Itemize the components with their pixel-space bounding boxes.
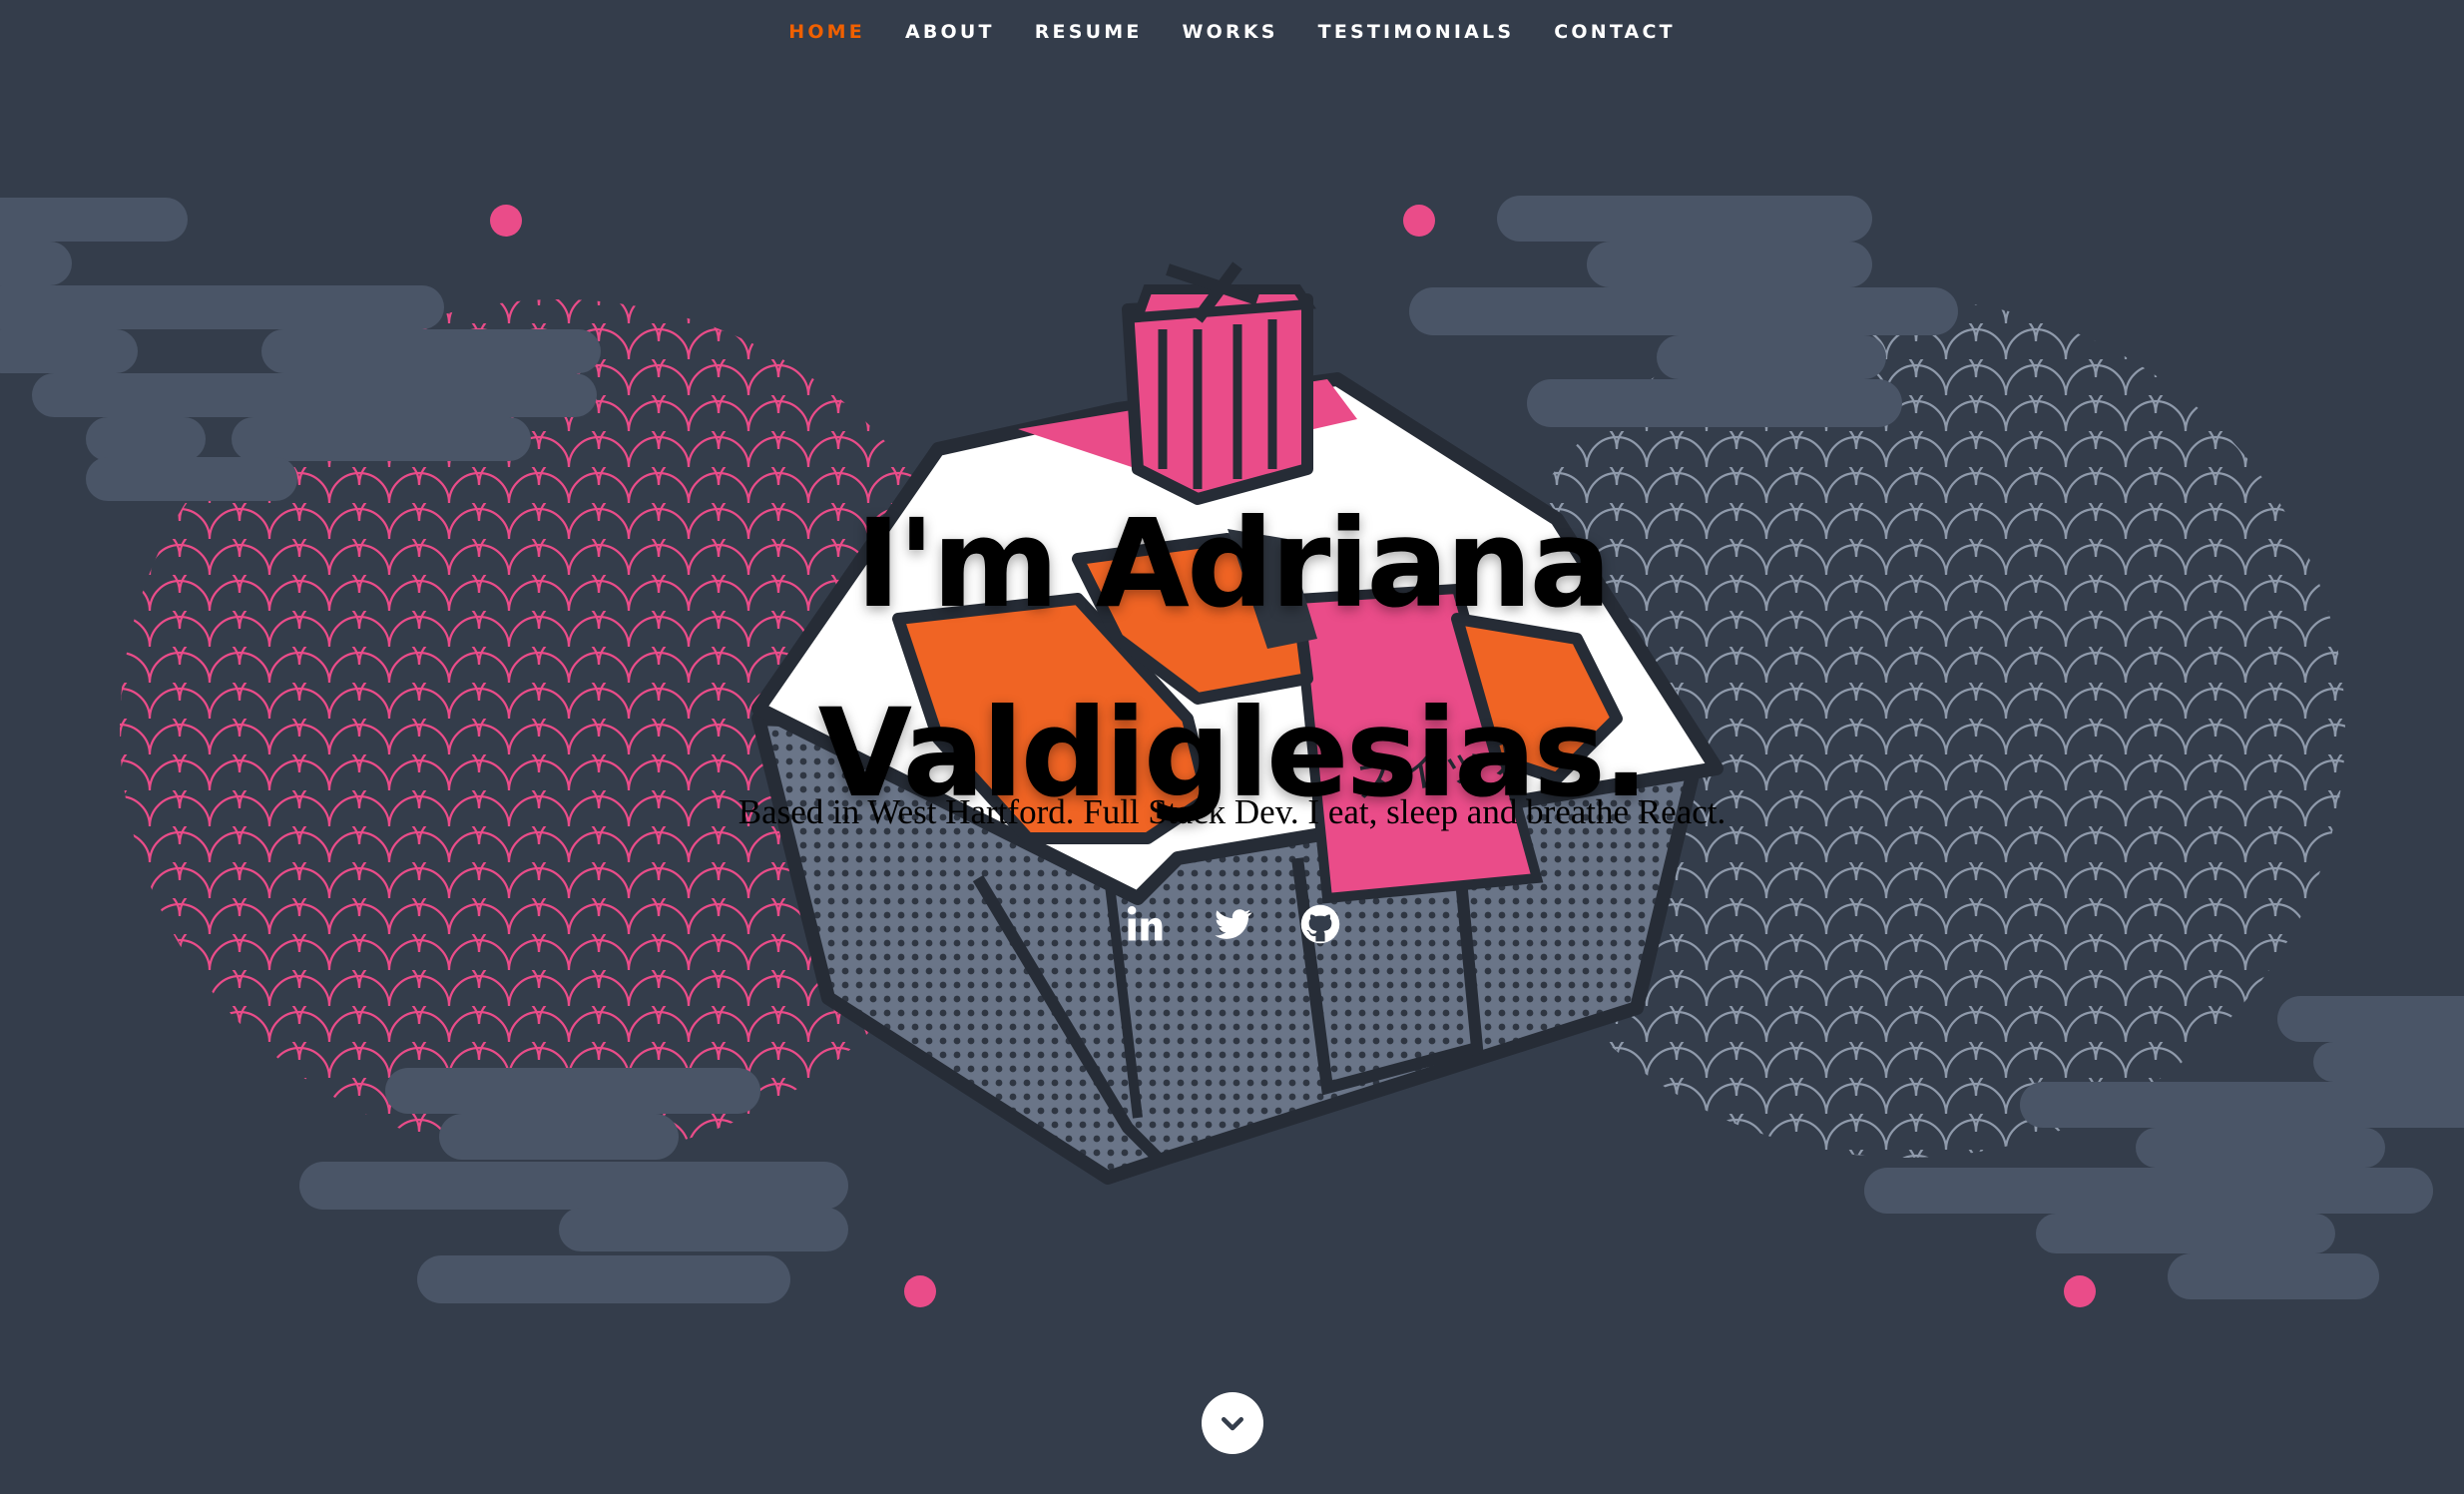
nav-about[interactable]: About (905, 15, 995, 49)
cloud-top-left (0, 198, 601, 501)
nav-home[interactable]: Home (788, 15, 865, 49)
nav-contact[interactable]: Contact (1554, 15, 1676, 49)
twitter-icon[interactable] (1211, 902, 1254, 946)
scroll-down-button[interactable] (1202, 1392, 1263, 1454)
nav-resume[interactable]: Resume (1035, 15, 1143, 49)
hero-title: I'm Adriana Valdiglesias. (0, 469, 2464, 848)
linkedin-icon[interactable] (1123, 902, 1167, 946)
chevron-down-icon (1222, 1417, 1243, 1431)
cloud-top-right (1409, 196, 1958, 427)
hero-title-line1: I'm Adriana (855, 493, 1612, 635)
hero-subtitle: Based in West Hartford. Full Stack Dev. … (738, 792, 1726, 831)
github-icon[interactable] (1298, 902, 1342, 946)
nav-testimonials[interactable]: Testimonials (1318, 15, 1515, 49)
nav-works[interactable]: Works (1183, 15, 1278, 49)
social-links (0, 902, 2464, 946)
main-nav: Home About Resume Works Testimonials Con… (0, 0, 2464, 64)
